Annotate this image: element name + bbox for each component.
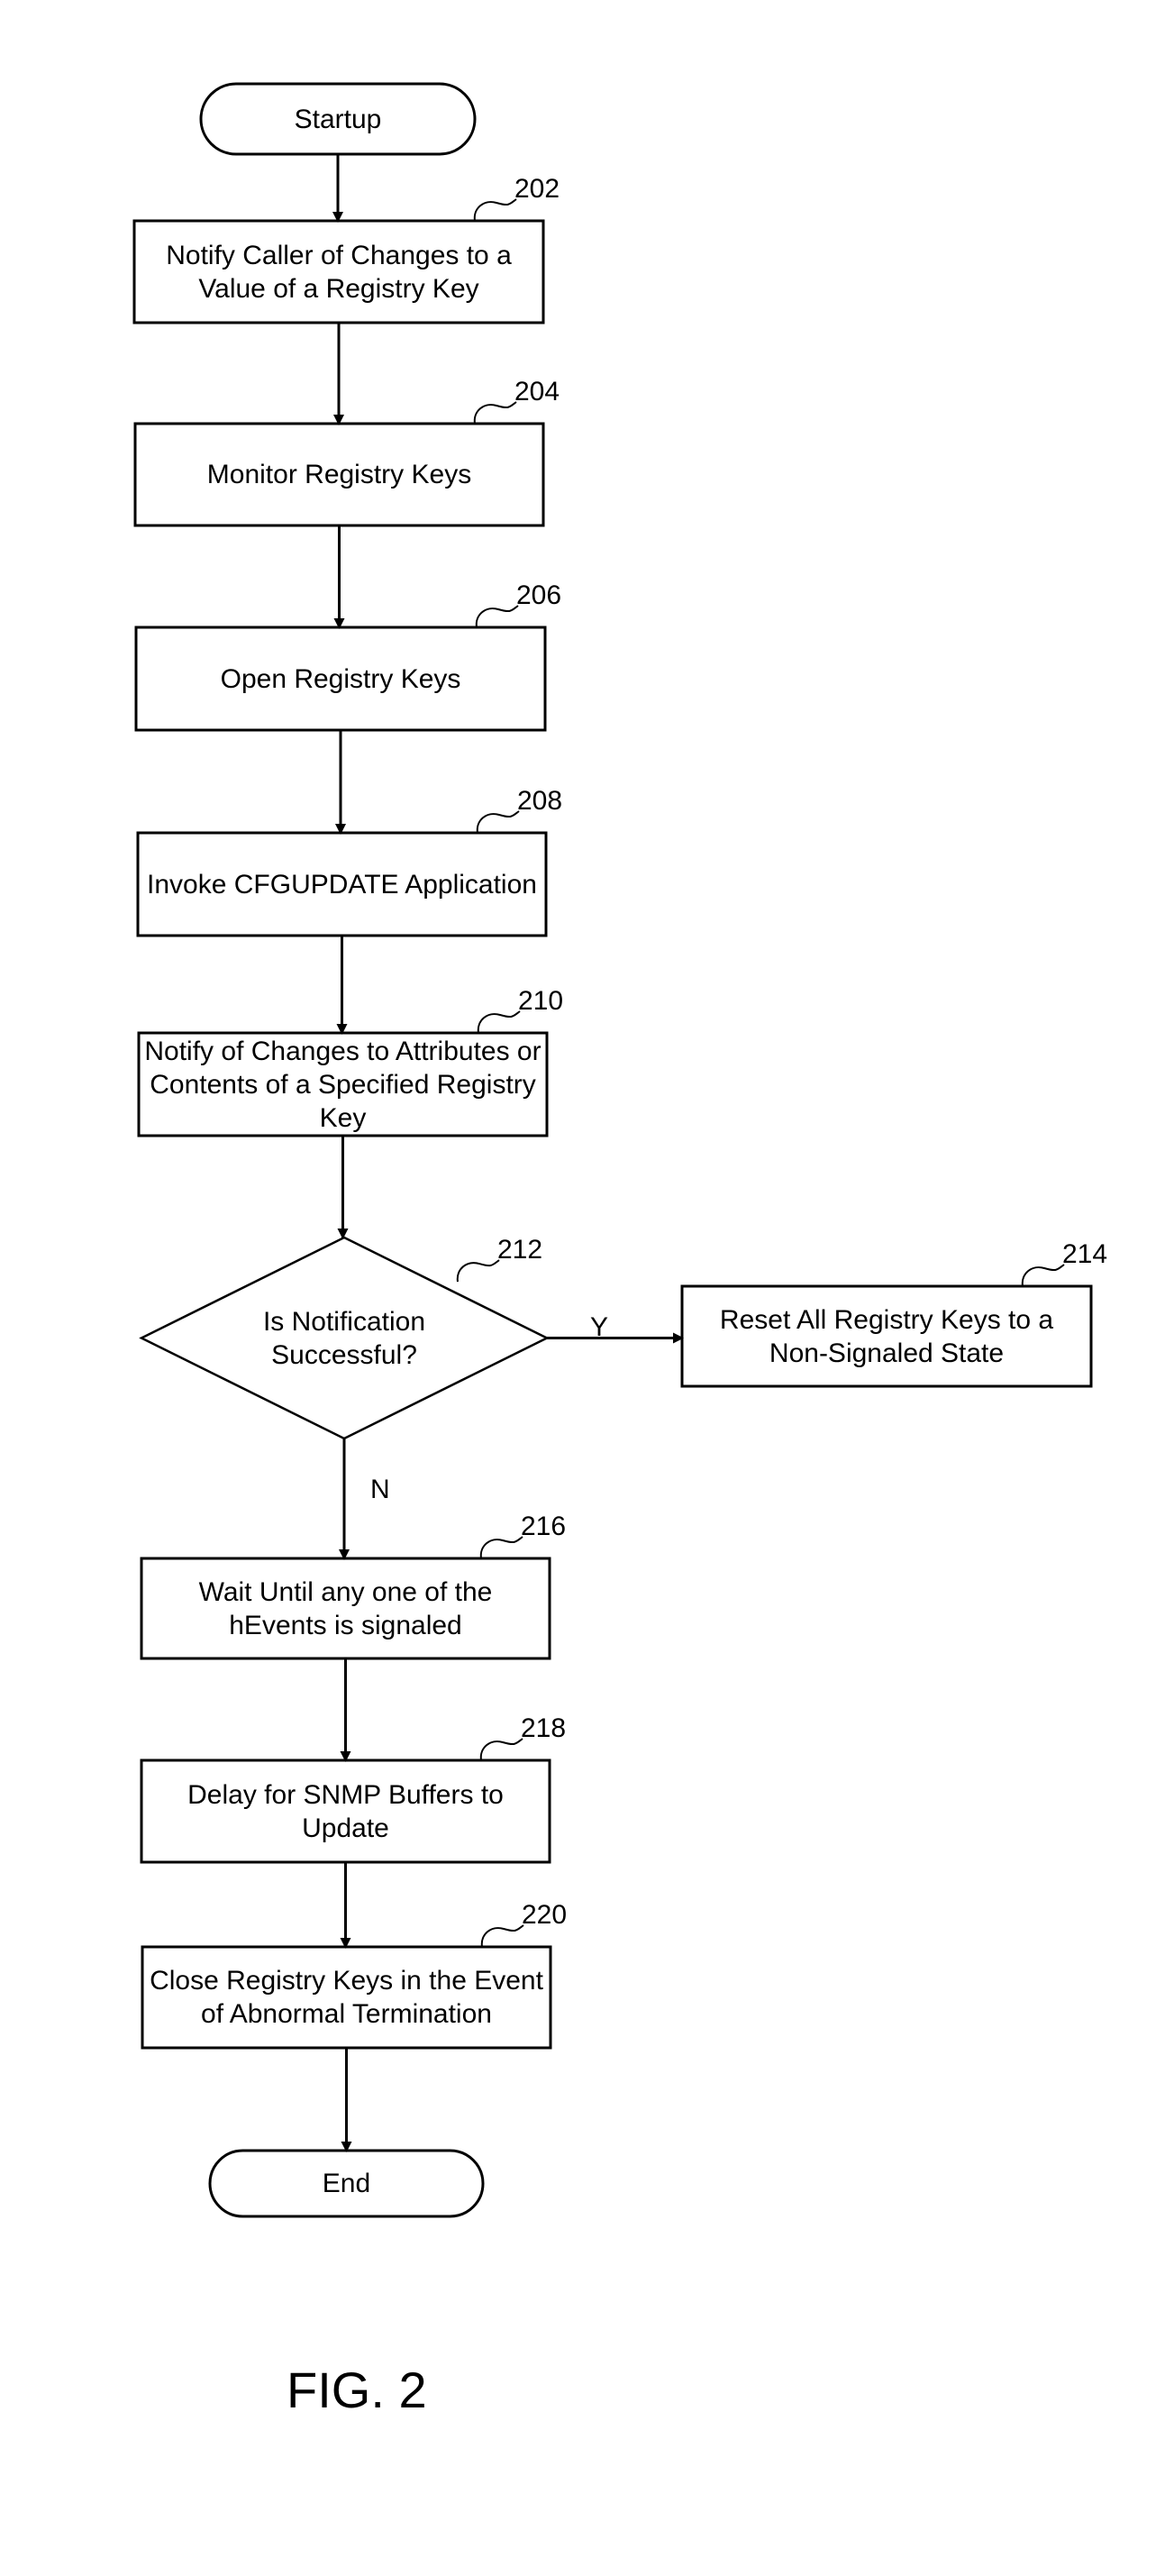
leader-line-204 <box>473 401 517 425</box>
process-text-206: Open Registry Keys <box>220 663 461 694</box>
reference-numeral-214: 214 <box>1062 1239 1108 1269</box>
decision-text-212: Is Notification Successful? <box>262 1306 426 1370</box>
branch-label-yes: Y <box>590 1311 609 1342</box>
reference-numeral-204: 204 <box>514 377 560 406</box>
leader-line-202 <box>473 198 517 222</box>
process-text-210: Notify of Changes to Attributes or Conte… <box>144 1036 541 1133</box>
reference-numeral-212: 212 <box>497 1235 543 1265</box>
process-text-216: Wait Until any one of the hEvents is sig… <box>198 1576 493 1640</box>
process-text-220: Close Registry Keys in the Event of Abno… <box>150 1966 543 2029</box>
leader-line-216 <box>479 1536 523 1559</box>
reference-numeral-208: 208 <box>517 786 563 816</box>
leader-line-206 <box>475 605 519 628</box>
terminal-text-start: Startup <box>294 104 382 134</box>
leader-line-212 <box>456 1259 500 1283</box>
figure-caption: FIG. 2 <box>287 2361 427 2418</box>
leader-line-210 <box>477 1010 521 1034</box>
reference-numeral-218: 218 <box>521 1713 567 1743</box>
process-text-214: Reset All Registry Keys to a Non-Signale… <box>719 1304 1054 1368</box>
reference-numeral-220: 220 <box>522 1900 568 1930</box>
leader-line-220 <box>480 1924 524 1948</box>
reference-numeral-216: 216 <box>521 1512 567 1541</box>
process-text-204: Monitor Registry Keys <box>206 460 472 489</box>
terminal-text-end: End <box>322 2169 371 2198</box>
reference-numeral-206: 206 <box>516 580 562 610</box>
leader-line-218 <box>479 1738 523 1761</box>
process-text-208: Invoke CFGUPDATE Application <box>147 869 537 900</box>
leader-line-214 <box>1021 1264 1065 1287</box>
branch-label-no: N <box>370 1475 390 1504</box>
process-text-202: Notify Caller of Changes to a Value of a… <box>166 240 512 304</box>
leader-line-208 <box>476 810 520 834</box>
reference-numeral-210: 210 <box>518 986 564 1016</box>
process-text-218: Delay for SNMP Buffers to Update <box>187 1779 504 1843</box>
reference-numeral-202: 202 <box>514 174 560 204</box>
